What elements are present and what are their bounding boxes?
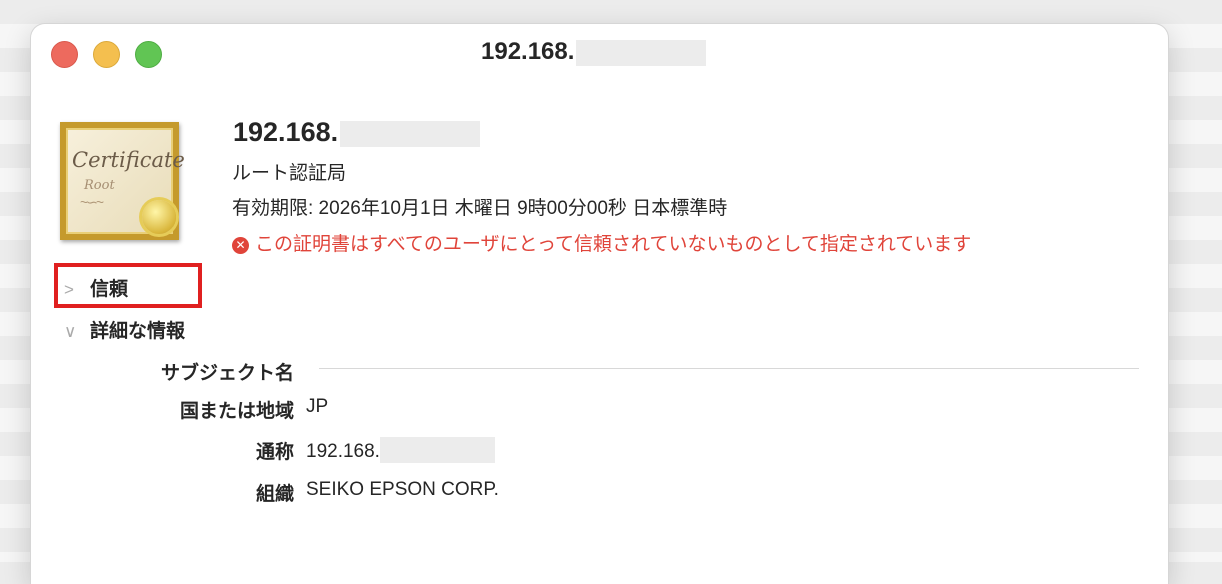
certificate-name: 192.168.: [233, 117, 481, 148]
field-country: 国または地域 JP: [31, 396, 328, 422]
trust-warning-text: この証明書はすべてのユーザにとって信頼されていないものとして指定されています: [255, 234, 972, 255]
certificate-icon-label: Certificate: [72, 148, 185, 172]
certificate-kind: ルート認証局: [232, 163, 347, 184]
certificate-expiry: 有効期限: 2026年10月1日 木曜日 9時00分00秒 日本標準時: [232, 198, 728, 219]
field-label: 組織: [255, 484, 294, 505]
redacted-block: [379, 437, 495, 463]
field-value: 192.168.: [306, 437, 495, 463]
error-icon: ✕: [232, 237, 249, 254]
details-label: 詳細な情報: [90, 321, 186, 342]
details-disclosure[interactable]: ∨ 詳細な情報: [64, 316, 185, 343]
subject-name-header: サブジェクト名: [160, 363, 294, 384]
chevron-down-icon: ∨: [64, 322, 77, 341]
field-label: 国または地域: [179, 401, 294, 422]
field-common-name: 通称 192.168.: [31, 437, 495, 463]
certificate-window: 192.168. Certificate Root ~∽~ 192.168. ル…: [31, 24, 1168, 584]
window-title: 192.168.: [481, 38, 707, 66]
close-button[interactable]: [51, 41, 78, 68]
title-bar[interactable]: 192.168.: [31, 24, 1168, 80]
certificate-icon-sublabel: Root: [84, 178, 115, 193]
divider: [319, 368, 1139, 369]
certificate-icon: Certificate Root ~∽~: [60, 122, 185, 240]
redacted-block: [576, 39, 707, 66]
field-value: SEIKO EPSON CORP.: [306, 479, 499, 500]
redacted-block: [340, 120, 481, 147]
minimize-button[interactable]: [93, 41, 120, 68]
trust-disclosure[interactable]: > 信頼: [64, 274, 128, 301]
field-value: JP: [306, 396, 329, 417]
flourish-icon: ~∽~: [80, 194, 104, 210]
trust-warning: ✕ この証明書はすべてのユーザにとって信頼されていないものとして指定されています: [232, 229, 971, 256]
zoom-button[interactable]: [135, 41, 162, 68]
field-label: 通称: [255, 442, 294, 463]
chevron-right-icon: >: [64, 280, 74, 299]
seal-icon: [142, 200, 176, 234]
field-organization: 組織 SEIKO EPSON CORP.: [31, 479, 499, 505]
trust-label: 信頼: [90, 279, 129, 300]
